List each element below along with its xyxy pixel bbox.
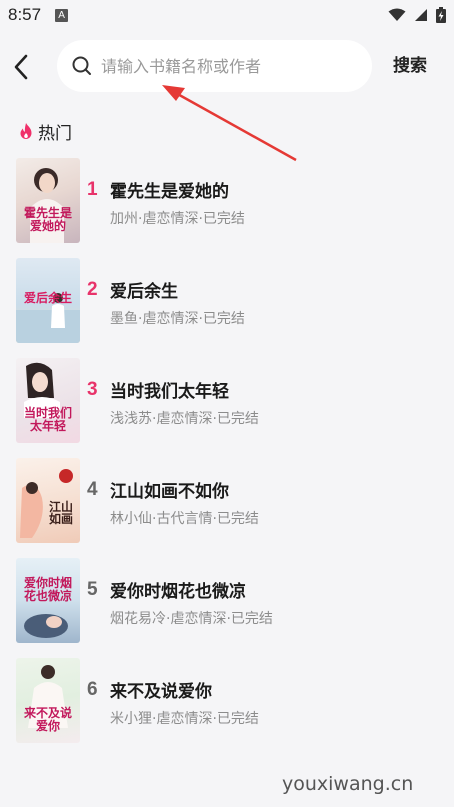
book-title: 爱你时烟花也微凉 [110, 582, 246, 602]
book-item[interactable]: 爱你时烟花也微凉 5 爱你时烟花也微凉 烟花易冷·虐恋情深·已完结 [0, 558, 454, 658]
book-meta: 林小仙·古代言情·已完结 [110, 511, 259, 527]
status-time: 8:57 [8, 5, 42, 24]
cover-title: 当时我们太年轻 [23, 406, 72, 433]
book-cover: 爱后余生 [16, 258, 80, 343]
book-title: 当时我们太年轻 [110, 382, 229, 402]
status-icons [388, 7, 446, 23]
book-cover: 来不及说爱你 [16, 658, 80, 743]
book-meta: 加州·虐恋情深·已完结 [110, 211, 245, 227]
cover-title: 霍先生是爱她的 [23, 206, 72, 233]
back-button[interactable] [10, 52, 34, 82]
book-item[interactable]: 江山如画 4 江山如画不如你 林小仙·古代言情·已完结 [0, 458, 454, 558]
book-rank: 4 [87, 479, 98, 500]
book-meta: 米小狸·虐恋情深·已完结 [110, 711, 259, 727]
flame-icon [20, 123, 32, 139]
book-cover: 霍先生是爱她的 [16, 158, 80, 243]
book-rank: 1 [87, 179, 98, 200]
watermark: youxiwang.cn [282, 773, 414, 795]
book-meta: 烟花易冷·虐恋情深·已完结 [110, 611, 273, 627]
book-item[interactable]: 霍先生是爱她的 1 霍先生是爱她的 加州·虐恋情深·已完结 [0, 158, 454, 258]
book-cover: 当时我们太年轻 [16, 358, 80, 443]
book-item[interactable]: 来不及说爱你 6 来不及说爱你 米小狸·虐恋情深·已完结 [0, 658, 454, 758]
cover-title: 爱你时烟花也微凉 [23, 576, 72, 603]
book-meta: 浅浅苏·虐恋情深·已完结 [110, 411, 259, 427]
cover-title: 来不及说爱你 [23, 706, 72, 733]
search-header: 搜索 [0, 40, 454, 92]
search-icon [72, 56, 91, 75]
search-box[interactable] [57, 40, 372, 92]
book-meta: 墨鱼·虐恋情深·已完结 [110, 311, 245, 327]
hot-section-title: 热门 [38, 123, 72, 144]
book-list: 霍先生是爱她的 1 霍先生是爱她的 加州·虐恋情深·已完结 爱后余生 2 爱后余… [0, 158, 454, 758]
book-title: 爱后余生 [110, 282, 178, 302]
search-input[interactable] [101, 54, 356, 78]
cover-title: 爱后余生 [23, 291, 72, 305]
search-button[interactable]: 搜索 [386, 54, 434, 78]
book-title: 霍先生是爱她的 [110, 182, 229, 202]
book-item[interactable]: 当时我们太年轻 3 当时我们太年轻 浅浅苏·虐恋情深·已完结 [0, 358, 454, 458]
book-rank: 5 [87, 579, 98, 600]
wifi-icon [388, 8, 406, 21]
book-cover: 江山如画 [16, 458, 80, 543]
book-rank: 3 [87, 379, 98, 400]
hot-section-heading: 热门 [18, 119, 72, 144]
battery-charging-icon [436, 7, 446, 23]
book-title: 来不及说爱你 [110, 682, 212, 702]
book-rank: 2 [87, 279, 98, 300]
book-cover: 爱你时烟花也微凉 [16, 558, 80, 643]
book-item[interactable]: 爱后余生 2 爱后余生 墨鱼·虐恋情深·已完结 [0, 258, 454, 358]
book-title: 江山如画不如你 [110, 482, 229, 502]
chevron-left-icon [14, 54, 28, 80]
status-bar: 8:57 A [0, 0, 454, 30]
book-rank: 6 [87, 679, 98, 700]
notification-badge: A [55, 8, 69, 22]
signal-icon [415, 9, 427, 21]
cover-title: 江山如画 [48, 500, 73, 526]
